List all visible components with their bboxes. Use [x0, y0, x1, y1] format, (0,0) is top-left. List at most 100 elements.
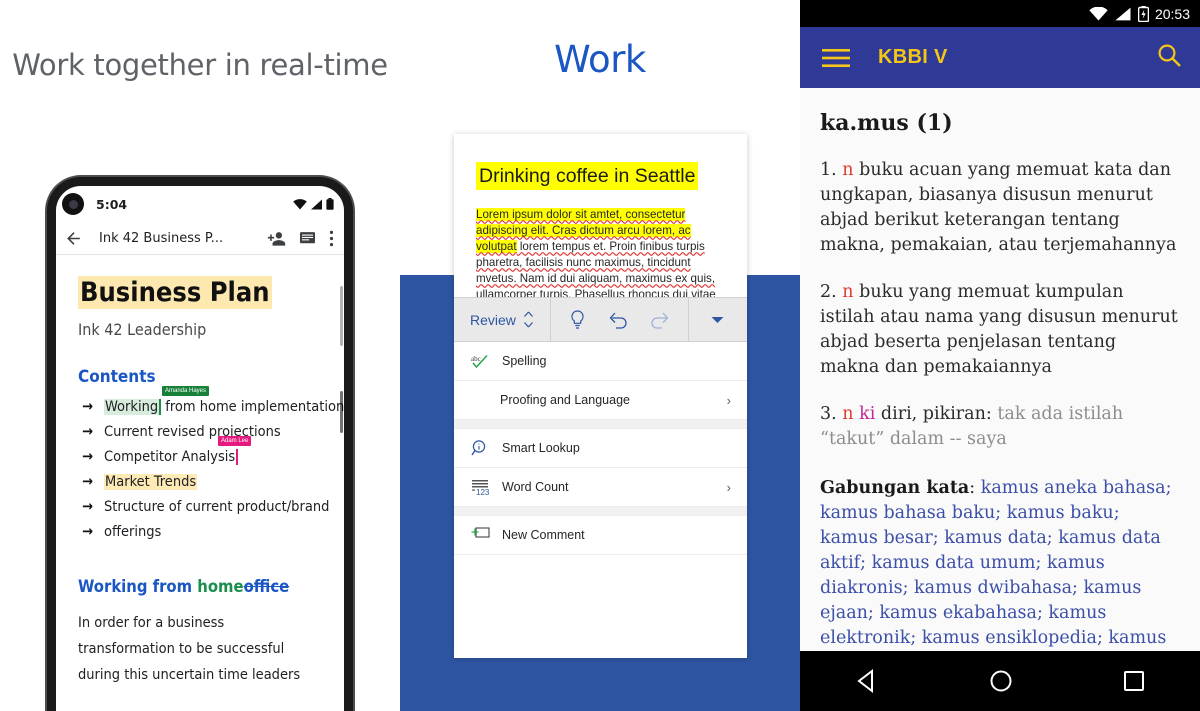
list-item-label: Competitor Analysis	[104, 449, 239, 466]
lightbulb-icon[interactable]	[569, 309, 586, 330]
new-comment-icon	[470, 526, 490, 544]
screenshot-root: Work together in real-time 5:04 Ink 42 B…	[0, 0, 1200, 711]
redo-icon[interactable]	[650, 311, 670, 329]
front-camera-icon	[62, 193, 84, 215]
hamburger-menu-icon[interactable]	[822, 48, 850, 68]
list-item: Adam Lee Competitor Analysis	[78, 436, 322, 470]
sense-number: 2.	[820, 282, 837, 302]
entry-headword: ka.mus (1)	[820, 110, 953, 136]
signal-icon	[311, 199, 322, 209]
list-item-highlight: Working	[104, 399, 162, 416]
nav-recents-square-icon[interactable]	[1122, 669, 1146, 693]
docs-document-page[interactable]: Business Plan Ink 42 Leadership Contents…	[56, 255, 344, 688]
ribbon-tab-review[interactable]: Review	[454, 298, 551, 341]
phone-status-bar: 5:04	[56, 186, 344, 222]
more-vert-icon[interactable]	[329, 229, 334, 248]
chevron-right-icon: ›	[726, 392, 731, 408]
nav-home-circle-icon[interactable]	[988, 668, 1014, 694]
ribbon-tab-label: Review	[470, 311, 516, 328]
word-doc-title: Drinking coffee in Seattle	[476, 162, 699, 191]
sense-text: diri, pikiran:	[880, 404, 992, 424]
compound-colon: :	[969, 478, 981, 498]
menu-item-spelling[interactable]: abc Spelling	[454, 342, 747, 381]
menu-item-label: Spelling	[502, 354, 547, 368]
doc-heading-title: Business Plan	[78, 276, 272, 309]
menu-item-word-count[interactable]: 123 Word Count ›	[454, 468, 747, 507]
spell-check-icon: abc	[470, 353, 490, 370]
usage-label: ki	[859, 404, 876, 424]
ribbon-overflow-button[interactable]	[689, 316, 747, 324]
document-title: Ink 42 Business P...	[99, 230, 224, 246]
expand-collapse-icon[interactable]	[523, 311, 534, 328]
battery-charging-icon	[1137, 5, 1149, 22]
doc-subtitle: Ink 42 Leadership	[78, 320, 207, 340]
undo-icon[interactable]	[608, 311, 628, 329]
scrollbar-thumb[interactable]	[340, 286, 343, 346]
status-time: 5:04	[96, 196, 128, 212]
chevron-down-icon[interactable]	[711, 316, 724, 324]
menu-item-smart-lookup[interactable]: Smart Lookup	[454, 429, 747, 468]
word-headline: Work	[554, 38, 646, 81]
collaborator-tag: Adam Lee	[218, 436, 252, 447]
part-of-speech: n	[842, 282, 854, 302]
sense-3: 3. n ki diri, pikiran: tak ada istilah “…	[820, 402, 1180, 452]
list-item-label: Current revised projections	[104, 424, 281, 441]
comment-icon[interactable]	[298, 229, 317, 248]
menu-separator	[454, 420, 747, 429]
kbbi-app-bar: KBBI V	[800, 27, 1200, 88]
search-icon[interactable]	[1157, 43, 1182, 68]
phone-mockup: 5:04 Ink 42 Business P... Business Plan …	[47, 177, 353, 711]
list-item-label: Structure of current product/brand	[104, 499, 330, 516]
menu-item-proofing-and-language[interactable]: Proofing and Language ›	[454, 381, 747, 420]
compound-list[interactable]: kamus aneka bahasa; kamus bahasa baku; k…	[820, 478, 1171, 651]
sense-2: 2. n buku yang memuat kumpulan istilah a…	[820, 280, 1180, 380]
sense-text: buku acuan yang memuat kata dan ungkapan…	[820, 160, 1177, 255]
menu-item-label: Proofing and Language	[500, 393, 630, 407]
signal-icon	[1115, 7, 1131, 20]
inserted-text: home	[197, 577, 244, 597]
sense-number: 1.	[820, 160, 837, 180]
list-item: Current revised projections	[78, 420, 322, 445]
part-of-speech: n	[842, 404, 854, 424]
google-docs-promo-panel: Work together in real-time 5:04 Ink 42 B…	[0, 0, 400, 711]
kbbi-entry-content[interactable]: ka.mus (1) 1. n buku acuan yang memuat k…	[800, 88, 1200, 651]
chevron-right-icon: ›	[726, 479, 731, 495]
menu-item-new-comment[interactable]: New Comment	[454, 516, 747, 555]
list-item: Structure of current product/brand	[78, 495, 329, 520]
sense-1: 1. n buku acuan yang memuat kata dan ung…	[820, 158, 1180, 258]
list-item-label: offerings	[104, 524, 162, 541]
battery-icon	[326, 198, 334, 210]
word-ribbon-bar: Review	[454, 297, 747, 342]
wifi-icon	[293, 198, 307, 209]
menu-separator	[454, 507, 747, 516]
word-promo-panel: Work Drinking coffee in Seattle Lorem ip…	[400, 0, 800, 711]
collaborator-tag: Amanda Hayes	[162, 386, 210, 397]
doc-contents-list: Amanda Hayes Working from home implement…	[78, 386, 344, 545]
section-heading-text: Working from	[78, 577, 198, 597]
part-of-speech: n	[842, 160, 854, 180]
android-nav-bar	[800, 651, 1200, 711]
compound-label: Gabungan kata	[820, 478, 970, 498]
list-item: Amanda Hayes Working from home implement…	[78, 386, 344, 420]
svg-text:abc: abc	[471, 355, 481, 363]
deleted-text: office	[243, 577, 290, 597]
compound-words-block: Gabungan kata: kamus aneka bahasa; kamus…	[820, 476, 1180, 651]
sense-text: buku yang memuat kumpulan istilah atau n…	[820, 282, 1178, 377]
list-item-label: from home implementations	[161, 399, 344, 416]
list-item-continuation: · offerings	[78, 520, 322, 545]
back-arrow-icon[interactable]	[64, 229, 83, 248]
sense-number: 3.	[820, 404, 837, 424]
menu-item-label: Smart Lookup	[502, 441, 580, 455]
list-item: Market Trends	[78, 470, 322, 495]
menu-item-label: Word Count	[502, 480, 569, 494]
word-count-icon: 123	[470, 479, 490, 496]
menu-item-label: New Comment	[502, 528, 585, 542]
kbbi-app-panel: 20:53 KBBI V ka.mus (1) 1. n buku acuan …	[800, 0, 1200, 711]
docs-headline: Work together in real-time	[12, 48, 388, 82]
nav-back-triangle-icon[interactable]	[854, 668, 880, 694]
svg-text:123: 123	[476, 488, 490, 496]
doc-contents-heading: Contents	[78, 367, 156, 388]
doc-section-heading: Working from homeoffice	[78, 577, 322, 596]
scrollbar-thumb-secondary[interactable]	[340, 391, 343, 433]
add-person-icon[interactable]	[267, 229, 286, 248]
